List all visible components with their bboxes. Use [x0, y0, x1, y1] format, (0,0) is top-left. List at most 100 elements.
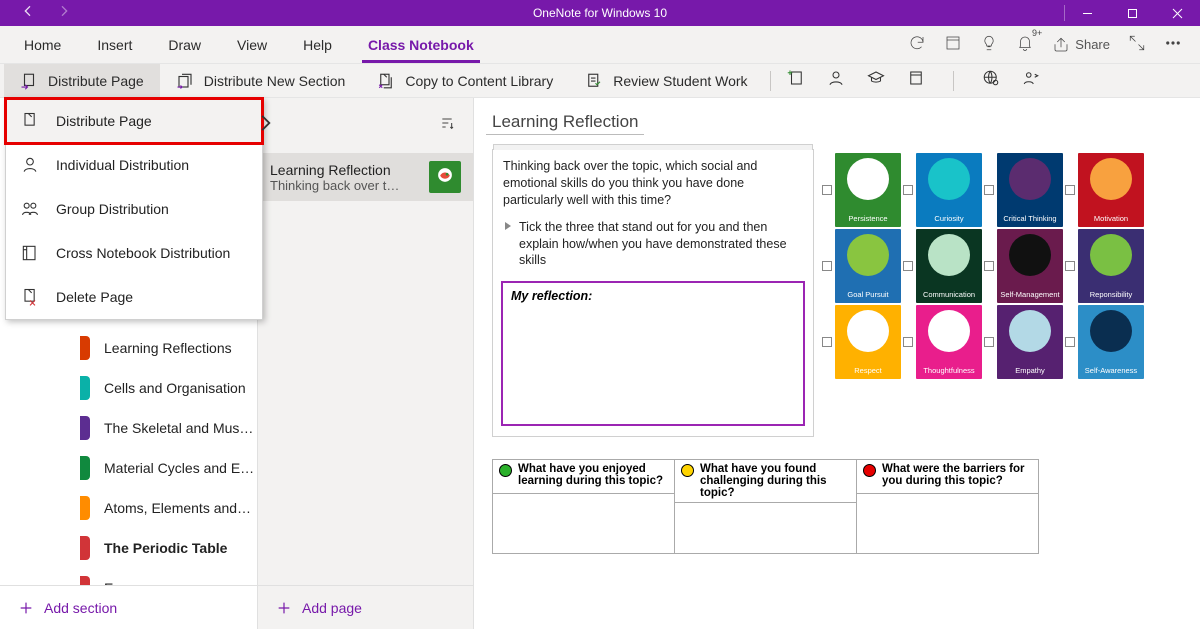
fullpage-icon[interactable] — [944, 34, 962, 55]
skill-card[interactable]: Goal Pursuit — [835, 229, 901, 303]
notifications-icon[interactable]: 9+ — [1016, 34, 1034, 55]
skill-slot: Thoughtfulness — [903, 305, 982, 379]
tab-home[interactable]: Home — [6, 26, 79, 63]
skill-card[interactable]: Persistence — [835, 153, 901, 227]
maximize-button[interactable] — [1110, 0, 1155, 26]
my-reflection-box[interactable]: My reflection: — [501, 281, 805, 426]
skill-card[interactable]: Communication — [916, 229, 982, 303]
menu-distribute-page[interactable]: Distribute Page — [6, 99, 262, 143]
menu-cross-notebook-distribution[interactable]: Cross Notebook Distribution — [6, 231, 262, 275]
skill-card-icon — [928, 158, 970, 200]
menu-group-distribution[interactable]: Group Distribution — [6, 187, 262, 231]
teacher-icon[interactable] — [1022, 69, 1040, 92]
close-button[interactable] — [1155, 0, 1200, 26]
skill-checkbox[interactable] — [903, 337, 913, 347]
page-title[interactable]: Learning Reflection — [486, 110, 644, 135]
skill-checkbox[interactable] — [984, 337, 994, 347]
skill-card-label: Communication — [923, 290, 975, 303]
minimize-button[interactable] — [1065, 0, 1110, 26]
skill-card-label: Critical Thinking — [1003, 214, 1056, 227]
section-tab-color — [80, 336, 90, 360]
skill-checkbox[interactable] — [903, 185, 913, 195]
distribute-page-menu: Distribute Page Individual Distribution … — [5, 98, 263, 320]
skill-card[interactable]: Reponsibility — [1078, 229, 1144, 303]
distribute-section-button[interactable]: Distribute New Section — [160, 64, 362, 97]
idea-icon[interactable] — [980, 34, 998, 55]
question-header: What have you enjoyed learning during th… — [493, 460, 674, 494]
tab-draw[interactable]: Draw — [150, 26, 219, 63]
section-label: The Periodic Table — [104, 540, 227, 556]
skill-checkbox[interactable] — [1065, 337, 1075, 347]
question-answer-cell[interactable] — [675, 503, 856, 553]
tab-help[interactable]: Help — [285, 26, 350, 63]
skill-card[interactable]: Self-Awareness — [1078, 305, 1144, 379]
page-canvas[interactable]: Learning Reflection Thinking back over t… — [474, 98, 1200, 629]
section-item[interactable]: Cells and Organisation — [0, 368, 257, 408]
book-icon[interactable] — [907, 69, 925, 92]
ribbon-commands: Distribute Page Distribute New Section C… — [0, 63, 1200, 98]
tab-view[interactable]: View — [219, 26, 285, 63]
section-item[interactable]: Atoms, Elements and… — [0, 488, 257, 528]
section-item[interactable]: Learning Reflections — [0, 328, 257, 368]
skill-card-icon — [847, 310, 889, 352]
skill-checkbox[interactable] — [903, 261, 913, 271]
person-icon[interactable] — [827, 69, 845, 92]
skill-checkbox[interactable] — [984, 261, 994, 271]
skill-card-icon — [1009, 158, 1051, 200]
tab-class-notebook[interactable]: Class Notebook — [350, 26, 492, 63]
skill-checkbox[interactable] — [984, 185, 994, 195]
fullscreen-icon[interactable] — [1128, 34, 1146, 55]
section-tab-color — [80, 456, 90, 480]
forward-icon[interactable] — [56, 3, 72, 24]
menu-individual-distribution[interactable]: Individual Distribution — [6, 143, 262, 187]
back-icon[interactable] — [20, 3, 36, 24]
section-item[interactable]: Material Cycles and E… — [0, 448, 257, 488]
skill-card[interactable]: Curiosity — [916, 153, 982, 227]
skill-card-icon — [1090, 158, 1132, 200]
section-tab-color — [80, 536, 90, 560]
skill-checkbox[interactable] — [822, 261, 832, 271]
main-area: Learning Reflections Cells and Organisati… — [0, 98, 1200, 629]
skill-slot: Motivation — [1065, 153, 1144, 227]
question-answer-cell[interactable] — [493, 494, 674, 544]
reflection-questions-table: What have you enjoyed learning during th… — [492, 459, 1039, 554]
globe-icon[interactable] — [982, 69, 1000, 92]
skill-card[interactable]: Self-Management — [997, 229, 1063, 303]
skill-card[interactable]: Respect — [835, 305, 901, 379]
menu-delete-page[interactable]: Delete Page — [6, 275, 262, 319]
sync-icon[interactable] — [908, 34, 926, 55]
copy-to-library-button[interactable]: Copy to Content Library — [361, 64, 569, 97]
question-answer-cell[interactable] — [857, 494, 1038, 544]
graduation-icon[interactable] — [867, 69, 885, 92]
section-item[interactable]: The Skeletal and Mus… — [0, 408, 257, 448]
skill-card-icon — [847, 234, 889, 276]
skill-card[interactable]: Empathy — [997, 305, 1063, 379]
skill-card-icon — [1009, 310, 1051, 352]
page-item-thumb — [429, 161, 461, 193]
distribute-page-button[interactable]: Distribute Page — [4, 64, 160, 97]
skill-checkbox[interactable] — [1065, 261, 1075, 271]
more-icon[interactable] — [1164, 34, 1182, 55]
share-button[interactable]: Share — [1052, 36, 1110, 54]
page-item-learning-reflection[interactable]: Learning Reflection Thinking back over t… — [258, 153, 473, 201]
tab-insert[interactable]: Insert — [79, 26, 150, 63]
skill-checkbox[interactable] — [1065, 185, 1075, 195]
section-label: Learning Reflections — [104, 340, 232, 356]
section-label: Cells and Organisation — [104, 380, 246, 396]
note-container[interactable]: Thinking back over the topic, which soci… — [492, 149, 814, 437]
ribbon-tabs: Home Insert Draw View Help Class Noteboo… — [0, 26, 1200, 63]
skill-checkbox[interactable] — [822, 337, 832, 347]
add-notebook-icon[interactable] — [787, 69, 805, 92]
sort-icon[interactable] — [439, 115, 455, 136]
section-item[interactable]: The Periodic Table — [0, 528, 257, 568]
skill-card[interactable]: Thoughtfulness — [916, 305, 982, 379]
add-section-button[interactable]: Add section — [0, 585, 257, 629]
review-work-button[interactable]: Review Student Work — [569, 64, 763, 97]
question-column: What have you found challenging during t… — [675, 460, 857, 553]
add-page-button[interactable]: Add page — [258, 585, 473, 629]
section-item[interactable]: Energy — [0, 568, 257, 585]
skill-checkbox[interactable] — [822, 185, 832, 195]
skill-card[interactable]: Critical Thinking — [997, 153, 1063, 227]
skill-card[interactable]: Motivation — [1078, 153, 1144, 227]
question-header: What were the barriers for you during th… — [857, 460, 1038, 494]
